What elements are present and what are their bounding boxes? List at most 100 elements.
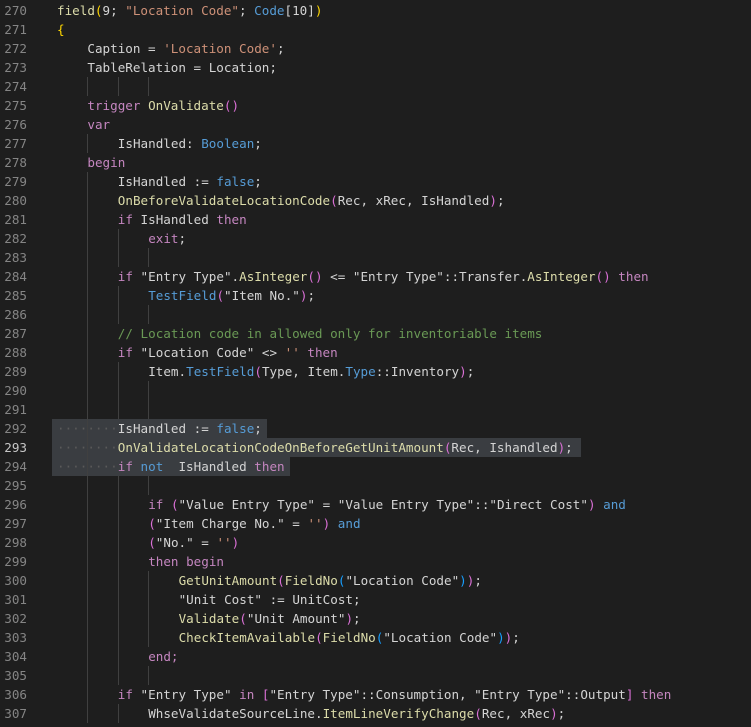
code-line-281[interactable]: 281 if IsHandled then — [0, 210, 751, 229]
code-line-307[interactable]: 307 WhseValidateSourceLine.ItemLineVerify… — [0, 704, 751, 723]
code-line-294[interactable]: ········294if not IsHandled then — [0, 457, 751, 476]
code-line-300[interactable]: 300 GetUnitAmount(FieldNo("Location Code"… — [0, 571, 751, 590]
code-text[interactable]: Caption = 'Location Code'; — [87, 39, 284, 58]
indent-guide — [87, 457, 89, 476]
code-line-301[interactable]: 301 "Unit Cost" := UnitCost; — [0, 590, 751, 609]
code-line-305[interactable]: 305 — [0, 666, 751, 685]
code-line-290[interactable]: 290 — [0, 381, 751, 400]
code-token: "Entry Type"::Consumption, "Entry Type":… — [269, 687, 626, 702]
code-text[interactable]: field(9; "Location Code"; Code[10]) — [57, 1, 322, 20]
code-line-299[interactable]: 299 then begin — [0, 552, 751, 571]
code-text[interactable]: Validate("Unit Amount"); — [179, 609, 361, 628]
line-number: 277 — [4, 136, 27, 151]
code-line-283[interactable]: 283 — [0, 248, 751, 267]
code-text[interactable]: if "Location Code" <> '' then — [118, 343, 338, 362]
code-line-304[interactable]: 304 end; — [0, 647, 751, 666]
code-line-276[interactable]: 276 var — [0, 115, 751, 134]
code-text[interactable]: IsHandled := false; — [118, 419, 262, 438]
code-text[interactable]: begin — [87, 153, 125, 172]
indent-guide — [87, 134, 89, 153]
code-line-270[interactable]: 270 field(9; "Location Code"; Code[10]) — [0, 1, 751, 20]
code-token: ; — [307, 288, 316, 303]
code-line-303[interactable]: 303 CheckItemAvailable(FieldNo("Location … — [0, 628, 751, 647]
code-text[interactable]: if "Entry Type" in ["Entry Type"::Consum… — [118, 685, 672, 704]
code-token: ) — [497, 630, 505, 645]
code-line-284[interactable]: 284 if "Entry Type".AsInteger() <= "Entry… — [0, 267, 751, 286]
code-line-306[interactable]: 306 if "Entry Type" in ["Entry Type"::Con… — [0, 685, 751, 704]
code-token: "Value Entry Type" = "Value Entry Type":… — [178, 497, 588, 512]
indent-guide — [148, 476, 150, 495]
code-text[interactable]: if ("Value Entry Type" = "Value Entry Ty… — [148, 495, 626, 514]
indent-guide — [117, 229, 119, 248]
indent-guide — [87, 343, 89, 362]
code-text[interactable]: WhseValidateSourceLine.ItemLineVerifyCha… — [148, 704, 565, 723]
code-text[interactable]: OnBeforeValidateLocationCode(Rec, xRec, … — [118, 191, 505, 210]
code-token: ; — [353, 611, 361, 626]
code-token: ; — [254, 136, 262, 151]
code-token: then — [633, 687, 672, 702]
code-line-296[interactable]: 296 if ("Value Entry Type" = "Value Entry… — [0, 495, 751, 514]
code-text[interactable]: if IsHandled then — [118, 210, 247, 229]
code-text[interactable]: IsHandled: Boolean; — [118, 134, 262, 153]
code-line-277[interactable]: 277 IsHandled: Boolean; — [0, 134, 751, 153]
indent-guide — [87, 267, 89, 286]
code-text[interactable]: IsHandled := false; — [118, 172, 262, 191]
code-line-274[interactable]: 274 — [0, 77, 751, 96]
code-editor[interactable]: 270 field(9; "Location Code"; Code[10]) 27… — [0, 0, 751, 727]
indent-guide — [87, 571, 89, 590]
code-token: CheckItemAvailable — [178, 630, 316, 645]
code-line-280[interactable]: 280 OnBeforeValidateLocationCode(Rec, xRe… — [0, 191, 751, 210]
code-text[interactable]: OnValidateLocationCodeOnBeforeGetUnitAmo… — [118, 438, 573, 457]
code-text[interactable]: trigger OnValidate() — [87, 96, 239, 115]
line-number: 287 — [4, 326, 27, 341]
code-token: Caption = — [87, 41, 164, 56]
code-line-289[interactable]: 289 Item.TestField(Type, Item.Type::Inven… — [0, 362, 751, 381]
code-line-295[interactable]: 295 — [0, 476, 751, 495]
code-text[interactable]: { — [57, 20, 65, 39]
code-line-288[interactable]: 288 if "Location Code" <> '' then — [0, 343, 751, 362]
code-line-293[interactable]: ········293OnValidateLocationCodeOnBefor… — [0, 438, 751, 457]
code-line-275[interactable]: 275 trigger OnValidate() — [0, 96, 751, 115]
code-text[interactable]: Item.TestField(Type, Item.Type::Inventor… — [148, 362, 474, 381]
code-text[interactable]: exit; — [148, 229, 186, 248]
code-text[interactable]: "Unit Cost" := UnitCost; — [179, 590, 361, 609]
line-number: 285 — [4, 288, 27, 303]
code-token: ) — [231, 535, 240, 550]
code-line-286[interactable]: 286 — [0, 305, 751, 324]
code-text[interactable]: if "Entry Type".AsInteger() <= "Entry Ty… — [118, 267, 649, 286]
code-line-272[interactable]: 272 Caption = 'Location Code'; — [0, 39, 751, 58]
code-line-285[interactable]: 285 TestField("Item No."); — [0, 286, 751, 305]
code-line-287[interactable]: 287 // Location code in allowed only for … — [0, 324, 751, 343]
code-token: FieldNo — [322, 630, 376, 645]
code-text[interactable]: if not IsHandled then — [118, 457, 285, 476]
code-text[interactable]: ("Item Charge No." = '') and — [148, 514, 360, 533]
code-token: not — [140, 459, 171, 474]
code-text[interactable]: // Location code in allowed only for inv… — [118, 324, 543, 343]
code-line-282[interactable]: 282 exit; — [0, 229, 751, 248]
code-token: '' — [307, 516, 323, 531]
code-token: ) — [345, 611, 354, 626]
code-text[interactable]: then begin — [148, 552, 224, 571]
code-text[interactable]: TableRelation = Location; — [87, 58, 277, 77]
code-line-291[interactable]: 291 — [0, 400, 751, 419]
code-line-271[interactable]: 271 { — [0, 20, 751, 39]
code-line-278[interactable]: 278 begin — [0, 153, 751, 172]
line-number: 271 — [4, 22, 27, 37]
code-text[interactable]: TestField("Item No."); — [148, 286, 315, 305]
code-line-292[interactable]: ········292IsHandled := false; — [0, 419, 751, 438]
line-number: 282 — [4, 231, 27, 246]
code-line-273[interactable]: 273 TableRelation = Location; — [0, 58, 751, 77]
code-token: and — [330, 516, 361, 531]
code-text[interactable]: var — [87, 115, 110, 134]
indent-guide — [117, 552, 119, 571]
indent-guide — [117, 77, 119, 96]
code-line-298[interactable]: 298 ("No." = '') — [0, 533, 751, 552]
code-text[interactable]: ("No." = '') — [148, 533, 239, 552]
code-text[interactable]: end; — [148, 647, 178, 666]
code-line-279[interactable]: 279 IsHandled := false; — [0, 172, 751, 191]
code-line-302[interactable]: 302 Validate("Unit Amount"); — [0, 609, 751, 628]
code-token: end; — [148, 649, 179, 664]
code-line-297[interactable]: 297 ("Item Charge No." = '') and — [0, 514, 751, 533]
code-text[interactable]: CheckItemAvailable(FieldNo("Location Cod… — [179, 628, 520, 647]
code-text[interactable]: GetUnitAmount(FieldNo("Location Code")); — [179, 571, 482, 590]
